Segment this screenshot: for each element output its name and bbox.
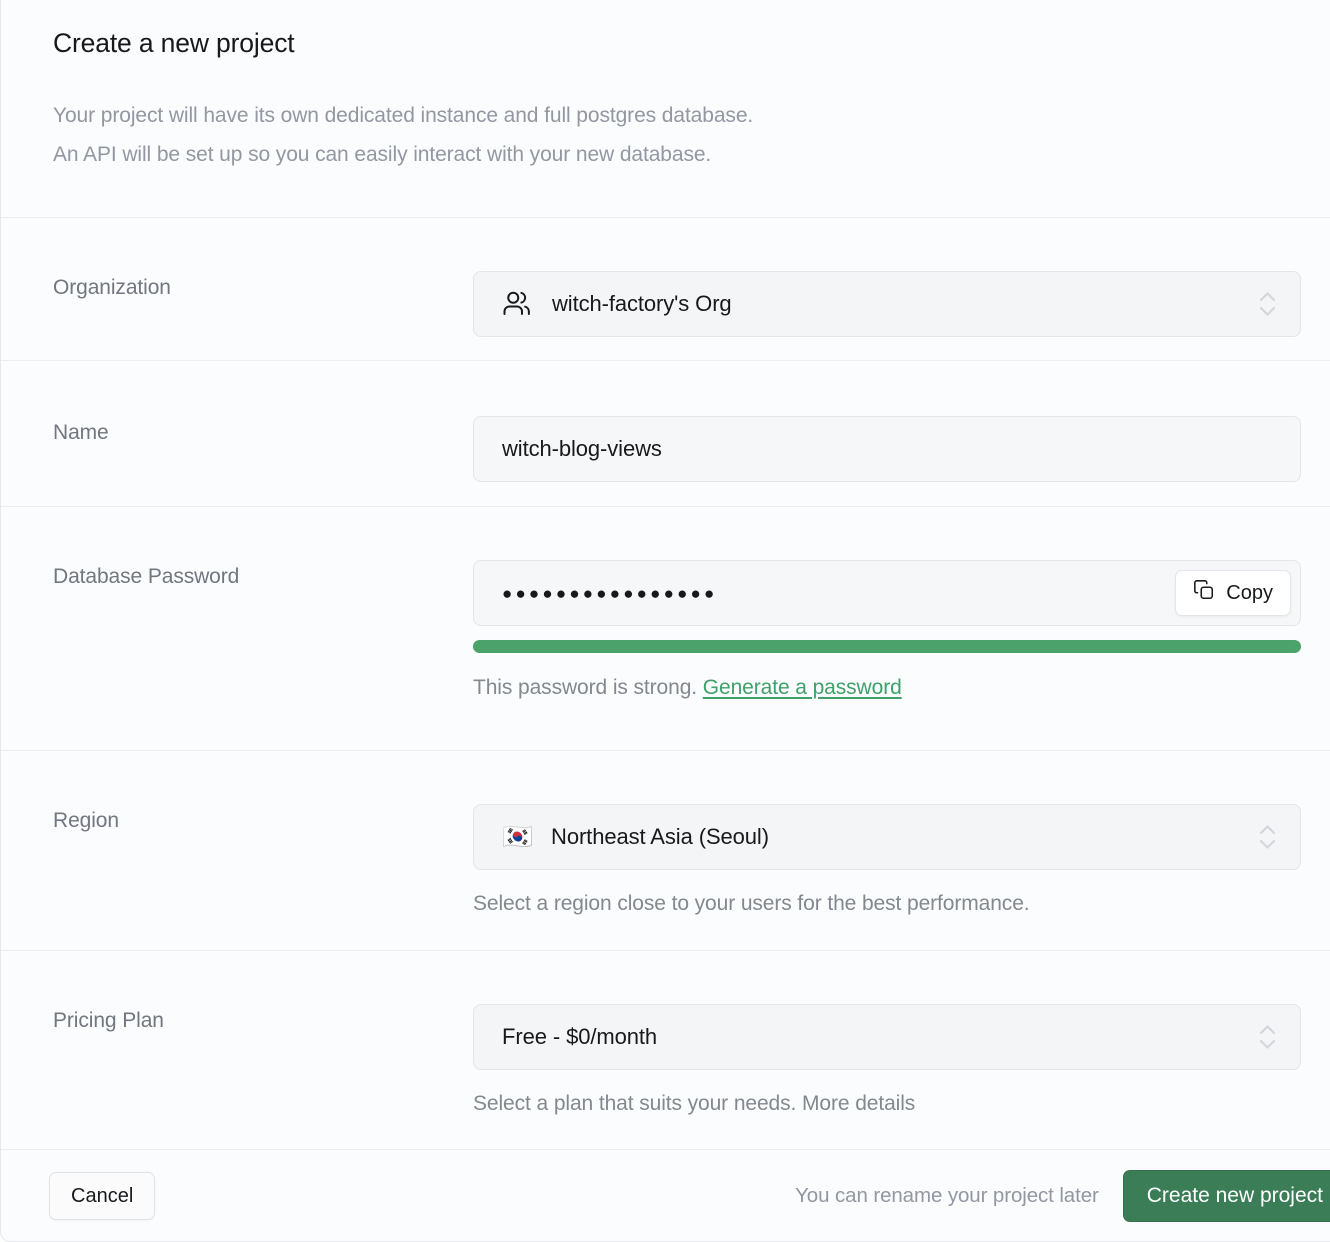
copy-password-button[interactable]: Copy (1175, 570, 1291, 616)
password-input-group: ●●●●●●●●●●●●●●●● Copy (473, 560, 1301, 626)
region-label: Region (53, 804, 473, 833)
cancel-button[interactable]: Cancel (49, 1172, 155, 1220)
row-pricing-plan: Pricing Plan Free - $0/month Select a pl… (1, 951, 1330, 1150)
password-strength-hint: This password is strong. Generate a pass… (473, 676, 1301, 700)
password-strength-text: This password is strong. (473, 676, 697, 699)
chevron-updown-icon[interactable] (1259, 291, 1276, 317)
region-hint: Select a region close to your users for … (473, 892, 1301, 916)
name-field: witch-blog-views (473, 416, 1301, 482)
panel-header: Create a new project Your project will h… (1, 0, 1330, 218)
pricing-plan-hint-text: Select a plan that suits your needs. (473, 1092, 796, 1115)
region-value: Northeast Asia (Seoul) (551, 824, 769, 850)
users-icon (502, 289, 532, 319)
copy-icon (1193, 579, 1215, 607)
row-region: Region 🇰🇷 Northeast Asia (Seoul) Select … (1, 751, 1330, 951)
south-korea-flag-icon: 🇰🇷 (502, 825, 533, 850)
panel-footer: Cancel You can rename your project later… (1, 1150, 1330, 1242)
panel-description: Your project will have its own dedicated… (53, 96, 1330, 174)
pricing-plan-field: Free - $0/month Select a plan that suits… (473, 1004, 1301, 1116)
chevron-updown-icon[interactable] (1259, 824, 1276, 850)
organization-value: witch-factory's Org (552, 291, 732, 317)
description-line-1: Your project will have its own dedicated… (53, 96, 1330, 135)
generate-password-link[interactable]: Generate a password (703, 676, 902, 699)
create-project-panel: Create a new project Your project will h… (0, 0, 1330, 1242)
row-name: Name witch-blog-views (1, 361, 1330, 507)
row-organization: Organization witch-factory's Org (1, 218, 1330, 361)
region-select[interactable]: 🇰🇷 Northeast Asia (Seoul) (473, 804, 1301, 870)
region-field: 🇰🇷 Northeast Asia (Seoul) Select a regio… (473, 804, 1301, 916)
create-new-project-button[interactable]: Create new project (1123, 1170, 1330, 1222)
row-database-password: Database Password ●●●●●●●●●●●●●●●● Copy (1, 507, 1330, 751)
description-line-2: An API will be set up so you can easily … (53, 135, 1330, 174)
project-name-input[interactable]: witch-blog-views (502, 436, 662, 462)
chevron-updown-icon[interactable] (1259, 1024, 1276, 1050)
name-label: Name (53, 416, 473, 445)
rename-note: You can rename your project later (795, 1184, 1099, 1208)
page-title: Create a new project (53, 26, 1330, 60)
pricing-plan-hint: Select a plan that suits your needs. Mor… (473, 1092, 1301, 1116)
organization-field: witch-factory's Org (473, 271, 1301, 337)
password-strength-bar (473, 640, 1301, 653)
pricing-plan-label: Pricing Plan (53, 1004, 473, 1033)
project-name-input-wrapper[interactable]: witch-blog-views (473, 416, 1301, 482)
pricing-plan-select[interactable]: Free - $0/month (473, 1004, 1301, 1070)
copy-button-label: Copy (1226, 582, 1273, 605)
organization-select[interactable]: witch-factory's Org (473, 271, 1301, 337)
database-password-input[interactable]: ●●●●●●●●●●●●●●●● (502, 585, 718, 602)
pricing-plan-value: Free - $0/month (502, 1024, 657, 1050)
database-password-field: ●●●●●●●●●●●●●●●● Copy This password is s… (473, 560, 1301, 700)
database-password-label: Database Password (53, 560, 473, 589)
organization-label: Organization (53, 271, 473, 300)
more-details-link[interactable]: More details (802, 1092, 915, 1115)
